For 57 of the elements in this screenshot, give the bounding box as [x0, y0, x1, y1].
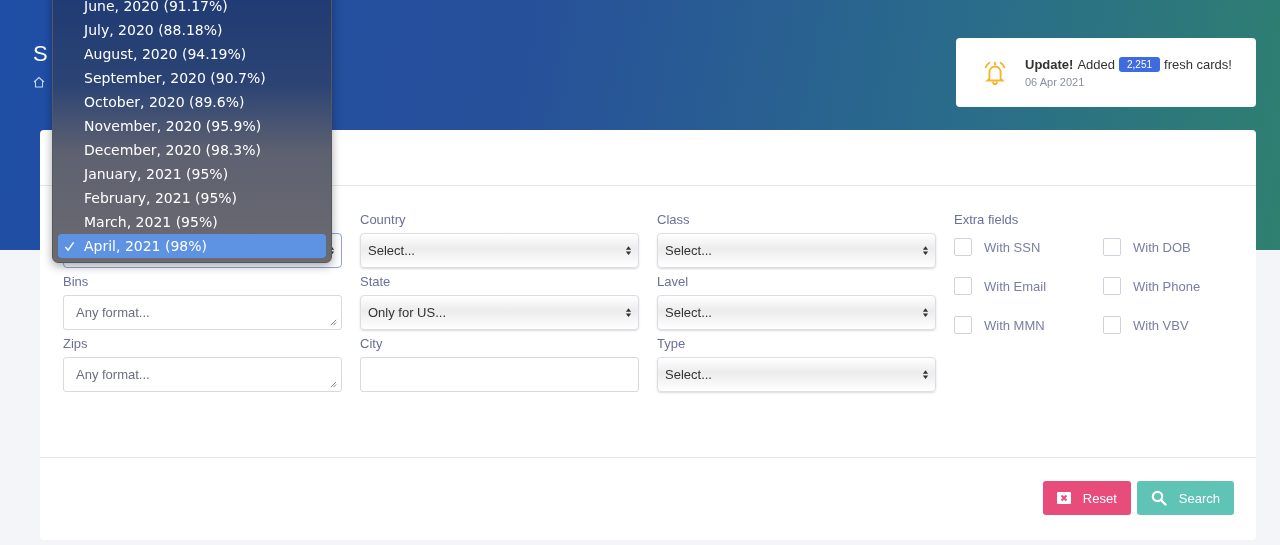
select-field[interactable]: Select...: [657, 233, 936, 268]
home-icon[interactable]: [33, 76, 45, 88]
dropdown-option[interactable]: March, 2021 (95%): [58, 210, 326, 234]
field-label: Class: [657, 212, 690, 227]
checkbox-label: With VBV: [1133, 317, 1189, 333]
close-icon: [1056, 491, 1071, 505]
checkbox[interactable]: [954, 238, 972, 256]
dropdown-option[interactable]: August, 2020 (94.19%): [58, 42, 326, 66]
checkbox-label: With DOB: [1133, 239, 1191, 255]
count-badge: 2,251: [1119, 57, 1160, 72]
field-label: Extra fields: [954, 212, 1019, 227]
resize-handle-icon[interactable]: [330, 381, 337, 388]
select-field[interactable]: Select...: [360, 233, 639, 268]
field-label: Bins: [63, 274, 89, 289]
page-title: S: [33, 40, 48, 68]
checkbox[interactable]: [1103, 316, 1121, 334]
field-label: Type: [657, 336, 686, 351]
check-icon: [64, 240, 75, 252]
select-field[interactable]: Select...: [657, 295, 936, 330]
select-field[interactable]: Select...: [657, 357, 936, 392]
text-area[interactable]: Any format...: [63, 357, 342, 392]
dropdown-option[interactable]: January, 2021 (95%): [58, 162, 326, 186]
checkbox[interactable]: [1103, 238, 1121, 256]
dropdown-option[interactable]: December, 2020 (98.3%): [58, 138, 326, 162]
up-down-arrows-icon: [625, 307, 632, 318]
notification-text: fresh cards!: [1164, 57, 1232, 72]
input-field[interactable]: [360, 357, 639, 392]
checkbox-label: With SSN: [984, 239, 1041, 255]
notification-date: 06 Apr 2021: [1025, 76, 1086, 88]
notification-text: Added: [1077, 57, 1115, 72]
select-field[interactable]: Only for US...: [360, 295, 639, 330]
reset-button[interactable]: Reset: [1042, 481, 1131, 515]
field-label: Zips: [63, 336, 88, 351]
dropdown-option[interactable]: October, 2020 (89.6%): [58, 90, 326, 114]
checkbox[interactable]: [1103, 277, 1121, 295]
dropdown-option[interactable]: July, 2020 (88.18%): [58, 18, 326, 42]
dropdown-option[interactable]: September, 2020 (90.7%): [58, 66, 326, 90]
checkbox[interactable]: [954, 277, 972, 295]
search-icon: [1150, 490, 1167, 506]
up-down-arrows-icon: [922, 307, 929, 318]
resize-handle-icon[interactable]: [330, 319, 337, 326]
checkbox-label: With MMN: [984, 317, 1045, 333]
text-area[interactable]: Any format...: [63, 295, 342, 330]
dropdown-option[interactable]: November, 2020 (95.9%): [58, 114, 326, 138]
field-label: City: [360, 336, 383, 351]
notification-title: Update!: [1025, 57, 1074, 72]
field-label: Country: [360, 212, 406, 227]
field-label: Lavel: [657, 274, 689, 289]
checkbox-label: With Email: [984, 278, 1047, 294]
up-down-arrows-icon: [625, 245, 632, 256]
field-label: State: [360, 274, 391, 289]
dropdown-option[interactable]: June, 2020 (91.17%): [58, 0, 326, 18]
dropdown-option[interactable]: February, 2021 (95%): [58, 186, 326, 210]
checkbox[interactable]: [954, 316, 972, 334]
up-down-arrows-icon: [922, 369, 929, 380]
checkbox-label: With Phone: [1133, 278, 1201, 294]
up-down-arrows-icon: [922, 245, 929, 256]
